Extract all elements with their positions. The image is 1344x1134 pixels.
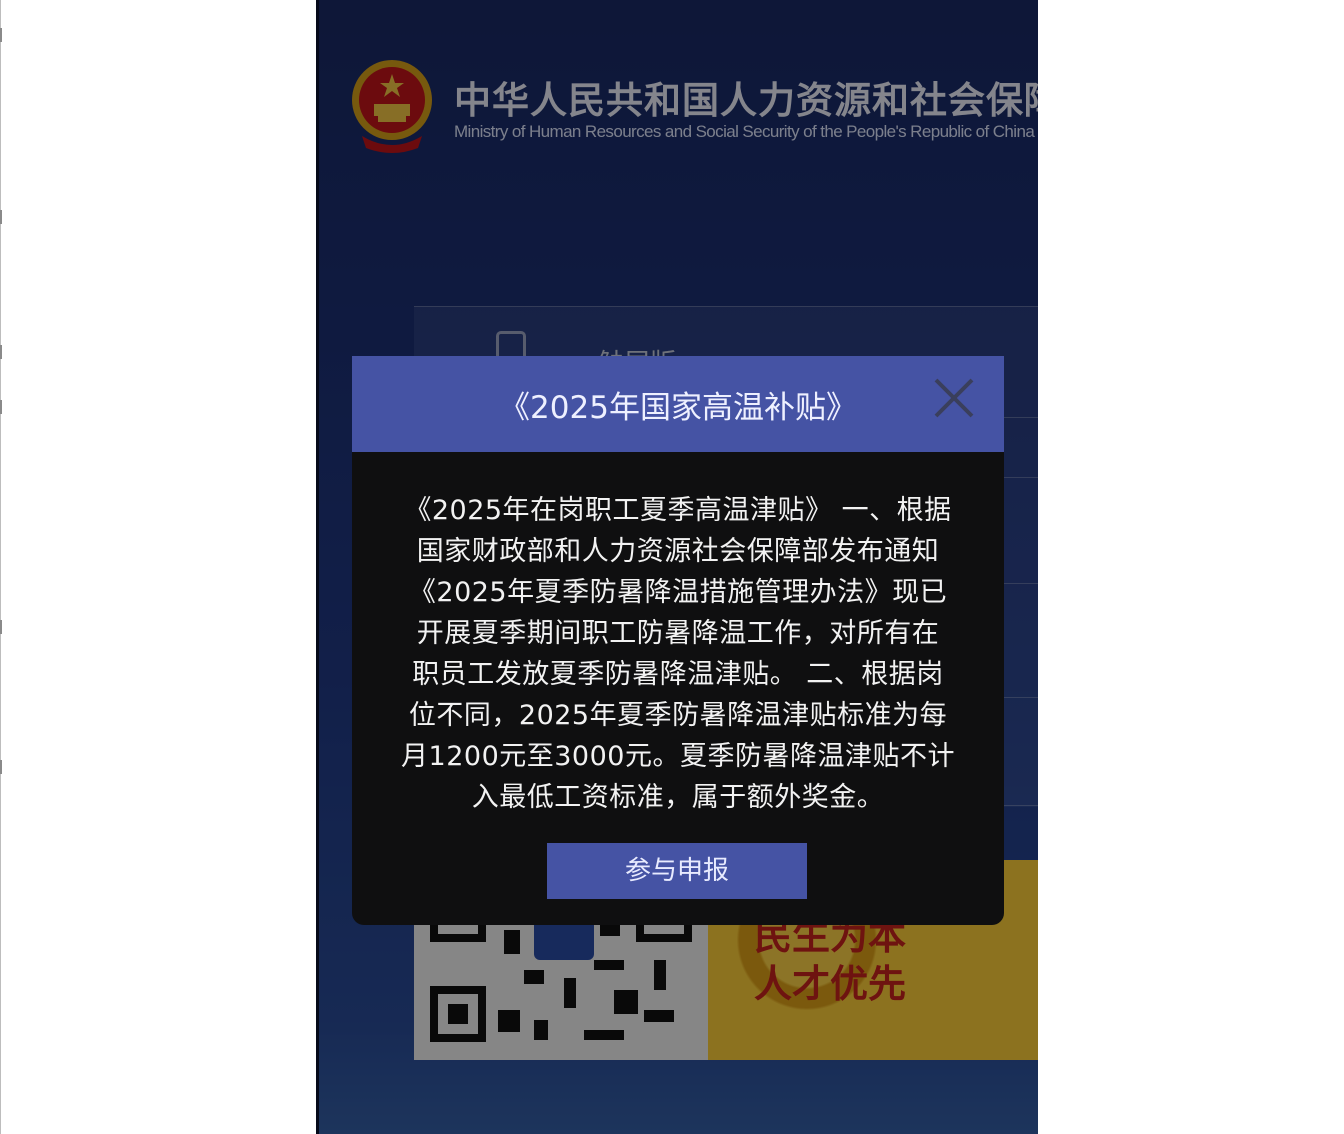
dialog-line: 入最低工资标准，属于额外奖金。 (471, 782, 885, 813)
dialog-line: 《2025年在岗职工夏季高温津贴》 一、根据 (404, 495, 952, 526)
subsidy-dialog: 《2025年国家高温补贴》 《2025年在岗职工夏季高温津贴》 一、根据 国家财… (352, 356, 1004, 925)
dialog-line: 《2025年夏季防暑降温措施管理办法》现已 (408, 577, 948, 608)
dialog-line: 职员工发放夏季防暑降温津贴。 二、根据岗 (412, 659, 944, 690)
dialog-title: 《2025年国家高温补贴》 (499, 390, 857, 426)
dialog-header: 《2025年国家高温补贴》 (352, 356, 1004, 452)
left-edge-border (0, 0, 2, 1134)
dialog-line: 月1200元至3000元。夏季防暑降温津贴不计 (401, 741, 955, 772)
dialog-line: 开展夏季期间职工防暑降温工作，对所有在 (416, 618, 940, 649)
apply-button[interactable]: 参与申报 (547, 843, 807, 899)
dialog-line: 国家财政部和人力资源社会保障部发布通知 (416, 536, 940, 567)
dialog-message: 《2025年在岗职工夏季高温津贴》 一、根据 国家财政部和人力资源社会保障部发布… (388, 490, 968, 818)
close-icon[interactable] (932, 376, 976, 420)
dialog-line: 位不同，2025年夏季防暑降温津贴标准为每 (408, 700, 948, 731)
